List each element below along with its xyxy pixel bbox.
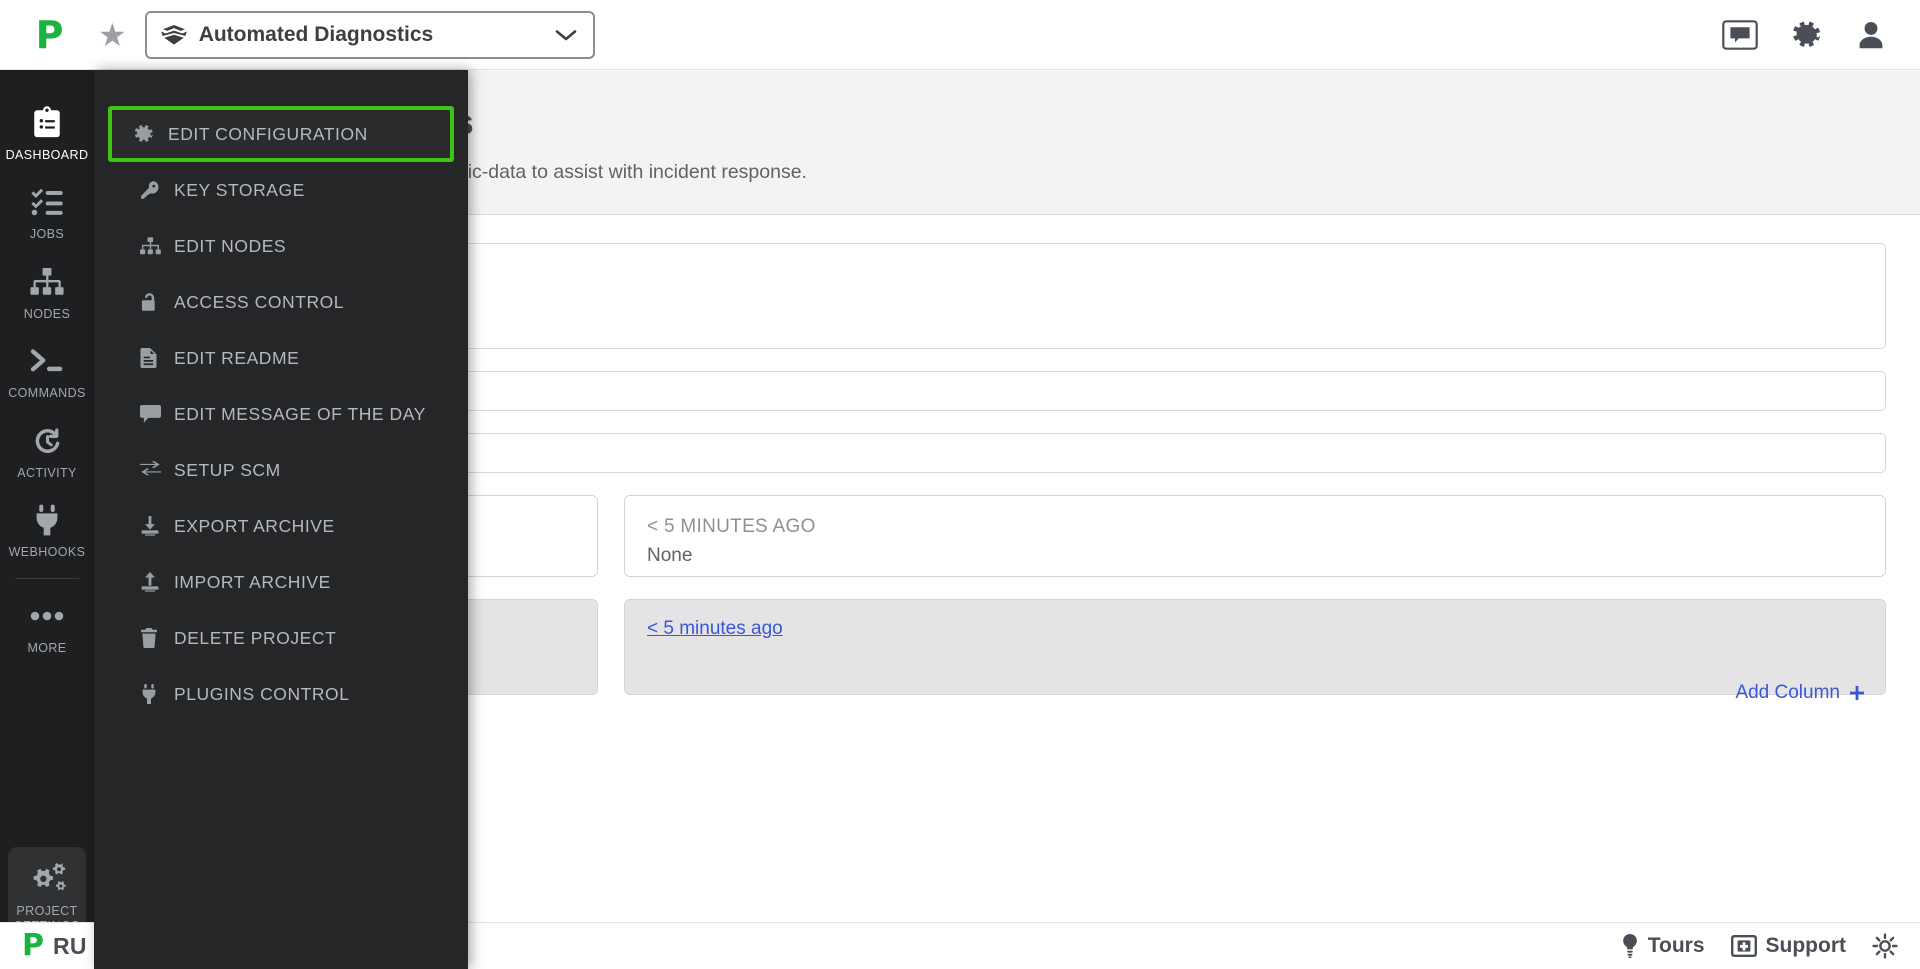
menu-item-edit-nodes[interactable]: EDIT NODES <box>112 218 450 274</box>
right-grey-panel: < 5 minutes ago Add Column <box>624 598 1886 703</box>
sidebar-label-commands: COMMANDS <box>8 386 86 401</box>
menu-label-setup-scm: SETUP SCM <box>174 459 281 480</box>
sidebar-item-jobs[interactable]: JOBS <box>0 171 94 250</box>
star-icon[interactable]: ★ <box>98 19 127 51</box>
gears-icon <box>27 859 67 899</box>
plug-icon <box>140 684 174 704</box>
menu-label-edit-nodes: EDIT NODES <box>174 235 287 256</box>
sidebar-item-dashboard[interactable]: DASHBOARD <box>0 92 94 171</box>
menu-label-access-control: ACCESS CONTROL <box>174 291 345 312</box>
support-button[interactable]: Support <box>1730 934 1846 958</box>
menu-item-delete-project[interactable]: DELETE PROJECT <box>112 610 450 666</box>
footer-brand-name: RU <box>53 932 87 959</box>
menu-item-plugins-control[interactable]: PLUGINS CONTROL <box>112 666 450 722</box>
add-column-button[interactable]: Add Column <box>1735 682 1867 704</box>
right-panel: < 5 MINUTES AGO None <box>624 494 1886 577</box>
terminal-prompt-icon <box>29 341 65 381</box>
support-label: Support <box>1765 934 1846 957</box>
tours-label: Tours <box>1647 934 1705 957</box>
menu-item-setup-scm[interactable]: SETUP SCM <box>112 442 450 498</box>
project-selector[interactable]: Automated Diagnostics <box>144 10 595 59</box>
exchange-arrows-icon <box>140 461 174 479</box>
menu-label-import-archive: IMPORT ARCHIVE <box>174 571 331 592</box>
add-column-label: Add Column <box>1735 681 1840 703</box>
open-box-icon <box>160 24 187 45</box>
plug-icon <box>32 500 62 540</box>
sidebar-label-more: MORE <box>27 641 67 656</box>
page-subtitle: diagnostic-data to assist with incident … <box>394 160 807 183</box>
sidebar-item-nodes[interactable]: NODES <box>0 251 94 330</box>
tours-button[interactable]: Tours <box>1621 934 1705 958</box>
plus-icon <box>1847 683 1867 703</box>
menu-item-edit-configuration[interactable]: EDIT CONFIGURATION <box>108 106 454 162</box>
menu-label-edit-configuration: EDIT CONFIGURATION <box>168 123 368 144</box>
project-settings-menu: EDIT CONFIGURATION KEY STORAGE EDIT NODE… <box>94 70 468 969</box>
menu-item-export-archive[interactable]: EXPORT ARCHIVE <box>112 498 450 554</box>
sidebar-item-more[interactable]: MORE <box>0 585 94 664</box>
top-bar: P ★ Automated Diagnostics <box>0 0 1920 70</box>
gear-icon[interactable] <box>1792 20 1822 50</box>
sidebar-item-activity[interactable]: ACTIVITY <box>0 410 94 489</box>
right-panel-label: < 5 MINUTES AGO <box>647 515 816 537</box>
top-bar-actions <box>1722 19 1920 50</box>
menu-label-edit-motd: EDIT README <box>174 347 300 368</box>
nodes-hierarchy-icon <box>140 237 174 255</box>
lock-icon <box>140 292 174 312</box>
menu-label-plugins-control: PLUGINS CONTROL <box>174 683 350 704</box>
lightbulb-icon <box>1621 934 1639 958</box>
sidebar-label-jobs: JOBS <box>29 227 65 242</box>
sidebar-label-activity: ACTIVITY <box>17 465 77 480</box>
menu-item-import-archive[interactable]: IMPORT ARCHIVE <box>112 554 450 610</box>
key-icon <box>140 180 174 200</box>
sidebar-divider <box>15 578 79 580</box>
support-badge-icon <box>1730 934 1757 958</box>
menu-item-key-storage[interactable]: KEY STORAGE <box>112 162 450 218</box>
user-icon[interactable] <box>1856 20 1886 50</box>
sun-gear-icon[interactable] <box>1872 933 1898 959</box>
message-icon[interactable] <box>1722 19 1758 50</box>
sidebar-item-commands[interactable]: COMMANDS <box>0 330 94 409</box>
rundeck-logo-icon: P <box>35 12 64 57</box>
menu-label-message-of-the-day: EDIT MESSAGE OF THE DAY <box>174 403 426 424</box>
upload-icon <box>140 572 174 592</box>
clipboard-list-icon <box>30 103 64 143</box>
rundeck-logo-icon: P <box>22 928 44 963</box>
project-name: Automated Diagnostics <box>198 22 434 46</box>
menu-label-export-archive: EXPORT ARCHIVE <box>174 515 335 536</box>
last-run-link[interactable]: < 5 minutes ago <box>647 618 783 639</box>
document-icon <box>140 348 174 368</box>
speech-bubble-icon <box>140 404 174 424</box>
menu-item-edit-message-of-the-day[interactable]: EDIT MESSAGE OF THE DAY <box>112 386 450 442</box>
chevron-down-icon <box>553 27 579 43</box>
nodes-hierarchy-icon <box>30 262 64 302</box>
right-column: < 5 MINUTES AGO None < 5 minutes ago Add… <box>624 494 1886 703</box>
primary-sidebar: DASHBOARD JOBS NODES COMMANDS ACTIVITY W… <box>0 70 94 969</box>
menu-item-access-control[interactable]: ACCESS CONTROL <box>112 274 450 330</box>
app-root: stics diagnostic-data to assist with inc… <box>0 0 1920 969</box>
sidebar-item-webhooks[interactable]: WEBHOOKS <box>0 489 94 568</box>
menu-label-key-storage: KEY STORAGE <box>174 179 305 200</box>
history-clock-icon <box>30 421 64 461</box>
trash-icon <box>140 628 174 648</box>
page-title: stics <box>394 103 1880 143</box>
gear-icon <box>134 124 168 144</box>
footer-actions: Tours Support <box>1621 933 1920 959</box>
footer-brand[interactable]: P RU <box>0 931 87 961</box>
sidebar-label-webhooks: WEBHOOKS <box>8 544 86 559</box>
menu-item-edit-readme[interactable]: EDIT README <box>112 330 450 386</box>
sidebar-label-dashboard: DASHBOARD <box>5 148 89 162</box>
download-icon <box>140 516 174 536</box>
menu-label-delete-project: DELETE PROJECT <box>174 627 337 648</box>
right-panel-value: None <box>647 545 693 567</box>
ellipsis-icon <box>29 596 65 636</box>
sidebar-label-nodes: NODES <box>23 306 71 321</box>
checklist-icon <box>30 182 64 222</box>
app-logo[interactable]: P <box>0 16 98 54</box>
